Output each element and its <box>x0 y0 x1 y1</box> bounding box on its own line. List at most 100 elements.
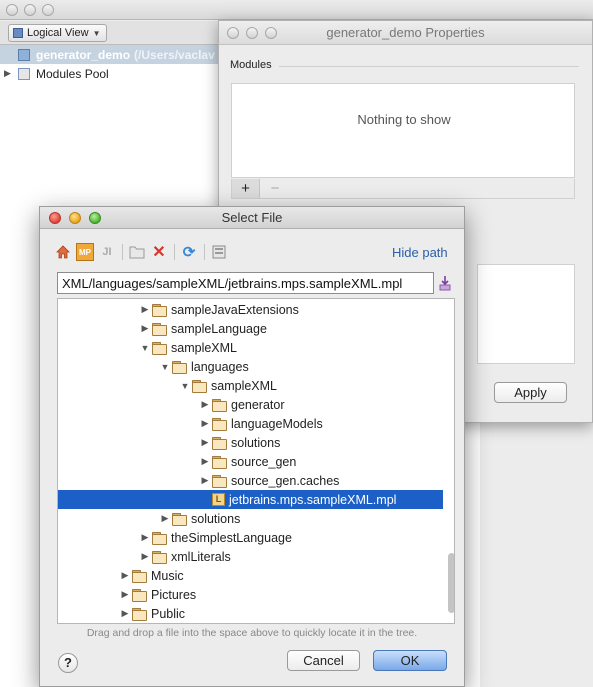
expand-arrow-icon[interactable]: ▶ <box>138 551 152 562</box>
expand-arrow-icon[interactable]: ▶ <box>118 570 132 581</box>
tree-row-selected[interactable]: L jetbrains.mps.sampleXML.mpl <box>58 490 443 509</box>
modules-divider <box>279 66 579 67</box>
tree-row[interactable]: ▶ sampleJavaExtensions <box>58 300 443 319</box>
props-min-light[interactable] <box>246 27 258 39</box>
tree-row[interactable]: ▼ sampleXML <box>58 376 443 395</box>
tree-row-label: Pictures <box>151 587 197 602</box>
show-hidden-icon[interactable] <box>210 243 228 261</box>
tree-row-label: theSimplestLanguage <box>171 530 292 545</box>
tree-row-label: sampleLanguage <box>171 321 267 336</box>
tree-row-label: source_gen.caches <box>231 473 340 488</box>
expand-arrow-icon[interactable]: ▶ <box>138 304 152 315</box>
dialog-titlebar: Select File <box>40 207 464 229</box>
expand-arrow-icon[interactable]: ▶ <box>4 68 18 79</box>
collapse-arrow-icon[interactable]: ▼ <box>178 381 192 391</box>
add-module-button[interactable]: + <box>232 179 260 198</box>
expand-arrow-icon[interactable]: ▶ <box>198 399 212 410</box>
expand-arrow-icon[interactable]: ▶ <box>158 513 172 524</box>
expand-arrow-icon[interactable]: ▶ <box>198 418 212 429</box>
module-icon[interactable]: JI <box>98 243 116 261</box>
remove-module-button[interactable]: − <box>261 179 289 198</box>
tree-row[interactable]: ▶ languageModels <box>58 414 443 433</box>
tree-row[interactable]: ▶ xmlLiterals <box>58 547 443 566</box>
view-selector[interactable]: Logical View ▼ <box>8 24 108 42</box>
collapse-arrow-icon[interactable]: ▼ <box>158 362 172 372</box>
expand-arrow-icon[interactable]: ▶ <box>198 475 212 486</box>
expand-arrow-icon[interactable]: ▶ <box>198 456 212 467</box>
folder-icon <box>212 474 227 488</box>
tree-row[interactable]: ▶ theSimplestLanguage <box>58 528 443 547</box>
select-file-dialog: Select File MP JI ✕ ⟳ Hide path ▶ sample… <box>39 206 465 687</box>
tree-row[interactable]: ▼ languages <box>58 357 443 376</box>
tree-row[interactable]: ▶ solutions <box>58 433 443 452</box>
folder-icon <box>152 322 167 336</box>
project-name: generator_demo <box>36 47 131 62</box>
logical-view-icon <box>13 28 23 38</box>
tree-row[interactable]: ▶ Music <box>58 566 443 585</box>
folder-icon <box>152 341 167 355</box>
minimize-window-icon[interactable] <box>69 212 81 224</box>
folder-icon <box>212 455 227 469</box>
expand-arrow-icon[interactable]: ▶ <box>138 532 152 543</box>
tree-row[interactable]: ▶ source_gen.caches <box>58 471 443 490</box>
project-icon <box>18 48 30 61</box>
tree-row-label: solutions <box>231 435 281 450</box>
tree-row-label: source_gen <box>231 454 297 469</box>
expand-arrow-icon[interactable]: ▶ <box>118 608 132 619</box>
modules-pool-row[interactable]: ▶ Modules Pool <box>0 64 109 83</box>
tree-row[interactable]: ▶ Pictures <box>58 585 443 604</box>
tree-row[interactable]: ▶ generator <box>58 395 443 414</box>
hide-path-link[interactable]: Hide path <box>392 245 448 260</box>
ide-close-light[interactable] <box>6 4 18 16</box>
ide-min-light[interactable] <box>24 4 36 16</box>
folder-icon <box>132 569 147 583</box>
modules-list[interactable]: Nothing to show <box>231 83 575 178</box>
close-window-icon[interactable] <box>49 212 61 224</box>
tree-row-label: jetbrains.mps.sampleXML.mpl <box>229 492 397 507</box>
folder-icon <box>212 417 227 431</box>
delete-icon[interactable]: ✕ <box>150 243 168 261</box>
home-icon[interactable] <box>54 243 72 261</box>
ok-button[interactable]: OK <box>373 650 447 671</box>
tree-row[interactable]: ▼ sampleXML <box>58 338 443 357</box>
scrollbar-thumb[interactable] <box>448 553 454 613</box>
help-button[interactable]: ? <box>58 653 78 673</box>
tree-row-label: xmlLiterals <box>171 549 231 564</box>
project-home-icon[interactable]: MP <box>76 243 94 261</box>
tree-scrollbar[interactable] <box>447 299 454 623</box>
folder-icon <box>212 436 227 450</box>
refresh-icon[interactable]: ⟳ <box>180 243 198 261</box>
expand-arrow-icon[interactable]: ▶ <box>138 323 152 334</box>
tree-row-label: Public <box>151 606 186 621</box>
folder-icon <box>152 550 167 564</box>
tree-row[interactable]: ▶ Public <box>58 604 443 623</box>
folder-icon <box>132 607 147 621</box>
tree-row-label: languageModels <box>231 416 323 431</box>
maximize-window-icon[interactable] <box>89 212 101 224</box>
path-download-icon[interactable] <box>436 273 454 293</box>
path-input[interactable] <box>57 272 434 294</box>
chevron-down-icon: ▼ <box>92 28 101 38</box>
properties-secondary-list[interactable] <box>477 264 575 364</box>
props-close-light[interactable] <box>227 27 239 39</box>
folder-icon <box>212 398 227 412</box>
props-max-light[interactable] <box>265 27 277 39</box>
view-selector-label: Logical View <box>27 27 89 39</box>
expand-arrow-icon[interactable]: ▶ <box>118 589 132 600</box>
modules-list-toolbar: + − <box>231 179 575 199</box>
ide-max-light[interactable] <box>42 4 54 16</box>
expand-arrow-icon[interactable]: ▶ <box>198 437 212 448</box>
drag-drop-hint: Drag and drop a file into the space abov… <box>86 627 418 639</box>
file-tree[interactable]: ▶ sampleJavaExtensions ▶ sampleLanguage … <box>57 298 455 624</box>
language-file-icon: L <box>212 493 225 506</box>
properties-title: generator_demo Properties <box>326 25 485 40</box>
collapse-arrow-icon[interactable]: ▼ <box>138 343 152 353</box>
tree-row[interactable]: ▶ sampleLanguage <box>58 319 443 338</box>
tree-row-label: sampleXML <box>211 378 277 393</box>
new-folder-icon[interactable] <box>128 243 146 261</box>
tree-row[interactable]: ▶ source_gen <box>58 452 443 471</box>
tree-row[interactable]: ▶ solutions <box>58 509 443 528</box>
apply-button[interactable]: Apply <box>494 382 567 403</box>
modules-section-label: Modules <box>230 59 272 71</box>
cancel-button[interactable]: Cancel <box>287 650 360 671</box>
